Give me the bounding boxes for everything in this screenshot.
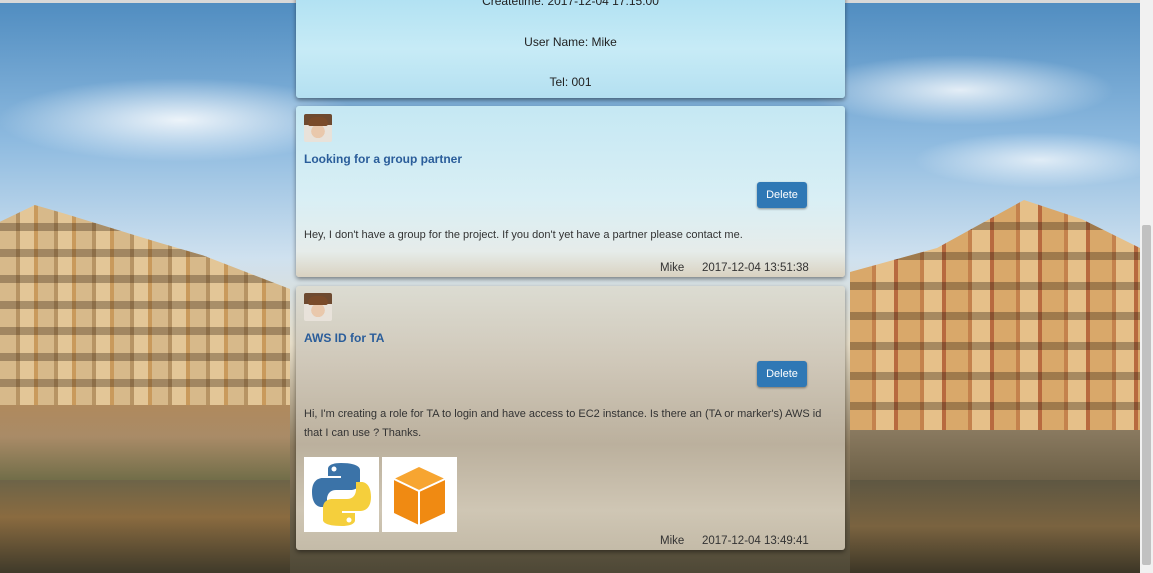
python-logo-icon bbox=[312, 463, 371, 526]
aws-box-icon bbox=[393, 467, 446, 525]
delete-button[interactable]: Delete bbox=[757, 361, 807, 387]
background-river-left bbox=[0, 480, 290, 573]
post-title[interactable]: AWS ID for TA bbox=[304, 331, 384, 345]
aws-box-image[interactable] bbox=[382, 457, 457, 532]
post-body: Hey, I don't have a group for the projec… bbox=[304, 229, 743, 241]
post-timestamp: 2017-12-04 13:49:41 bbox=[702, 535, 809, 547]
profile-createtime: Createtime: 2017-12-04 17:15:00 bbox=[482, 0, 659, 8]
python-logo-image[interactable] bbox=[304, 457, 379, 532]
avatar bbox=[304, 114, 332, 142]
post-card: AWS ID for TA Delete Hi, I'm creating a … bbox=[296, 286, 845, 550]
vertical-scrollbar[interactable] bbox=[1140, 0, 1153, 573]
post-timestamp: 2017-12-04 13:51:38 bbox=[702, 262, 809, 274]
scrollbar-thumb[interactable] bbox=[1142, 225, 1151, 565]
profile-tel: Tel: 001 bbox=[549, 75, 592, 89]
post-title[interactable]: Looking for a group partner bbox=[304, 152, 462, 166]
avatar bbox=[304, 293, 332, 321]
delete-button[interactable]: Delete bbox=[757, 182, 807, 208]
post-body: Hi, I'm creating a role for TA to login … bbox=[304, 408, 822, 439]
background-river-right bbox=[850, 480, 1140, 573]
background-embankment-right bbox=[850, 430, 1140, 485]
post-author: Mike bbox=[660, 535, 685, 547]
background-embankment-left bbox=[0, 405, 290, 485]
profile-username: User Name: Mike bbox=[524, 35, 617, 49]
profile-card: Createtime: 2017-12-04 17:15:00 User Nam… bbox=[296, 0, 845, 98]
post-card: Looking for a group partner Delete Hey, … bbox=[296, 106, 845, 277]
post-author: Mike bbox=[660, 262, 685, 274]
